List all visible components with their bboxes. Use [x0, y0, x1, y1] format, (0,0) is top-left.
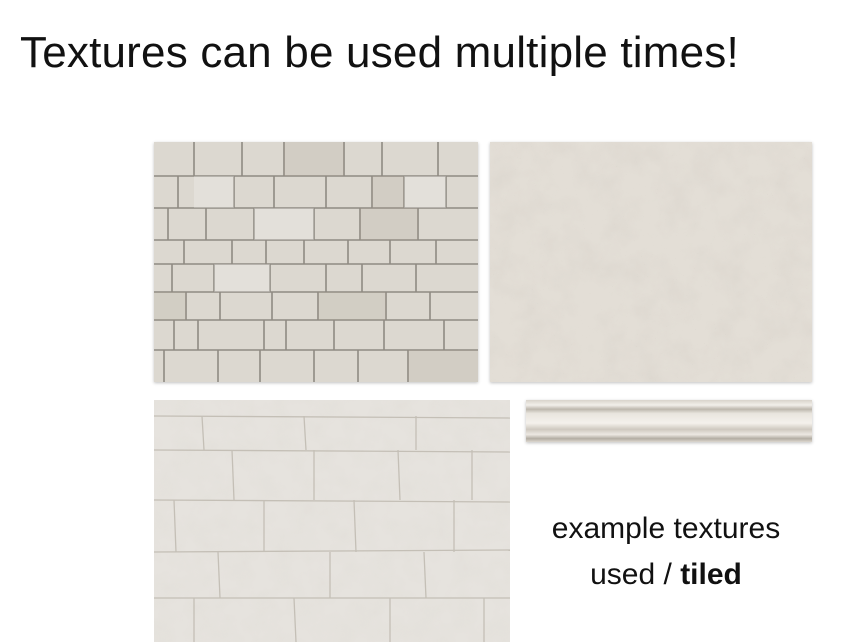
plaster-concrete-image: [490, 142, 812, 382]
molding-trim-image: [526, 400, 812, 442]
plaster-concrete-texture: [490, 142, 812, 382]
caption-line-2-prefix: used /: [590, 558, 681, 591]
caption-line-1: example textures: [551, 512, 781, 545]
stone-brick-wall-texture: [154, 142, 478, 382]
rough-limestone-wall-image: [154, 400, 510, 642]
molding-trim-texture: [526, 400, 812, 442]
rough-limestone-wall-texture: [154, 400, 510, 642]
caption-line-2: used / tiled: [520, 552, 812, 598]
caption: example textures used / tiled: [520, 506, 812, 598]
slide-title: Textures can be used multiple times!: [20, 28, 739, 77]
stone-brick-wall-image: [154, 142, 478, 382]
caption-bold-word: tiled: [680, 558, 742, 591]
